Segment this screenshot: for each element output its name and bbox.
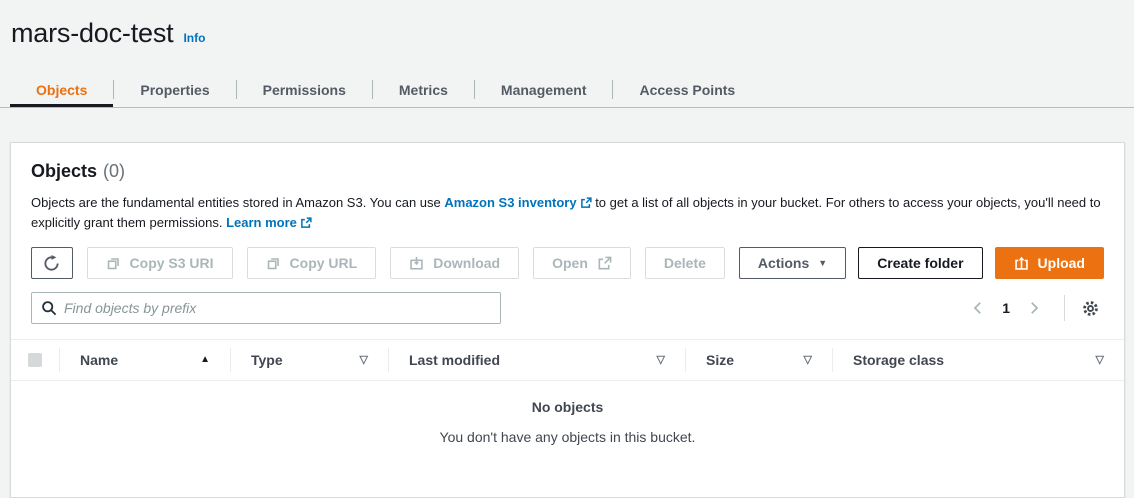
actions-dropdown-button[interactable]: Actions ▼ [739, 247, 846, 279]
select-all-cell [11, 353, 59, 367]
tab-metrics[interactable]: Metrics [373, 72, 474, 107]
panel-heading: Objects (0) [31, 161, 1104, 182]
object-count: (0) [103, 161, 125, 182]
external-link-icon [597, 256, 612, 271]
empty-state-title: No objects [11, 399, 1124, 415]
objects-table: Name ▲ Type ▽ Last modified ▽ Size ▽ Sto… [11, 339, 1124, 445]
search-box [31, 292, 501, 324]
panel-description: Objects are the fundamental entities sto… [31, 193, 1104, 233]
preferences-gear-button[interactable] [1077, 295, 1104, 322]
description-text: Objects are the fundamental entities sto… [31, 195, 444, 210]
tab-properties[interactable]: Properties [114, 72, 235, 107]
external-link-icon [300, 217, 312, 229]
tab-management[interactable]: Management [475, 72, 613, 107]
empty-state-message: You don't have any objects in this bucke… [11, 429, 1124, 445]
sort-caret-icon: ▽ [360, 355, 368, 366]
toolbar-right-group: Actions ▼ Create folder Upload [739, 247, 1104, 279]
previous-page-button[interactable] [962, 296, 994, 320]
copy-url-button[interactable]: Copy URL [247, 247, 377, 279]
download-button[interactable]: Download [390, 247, 519, 279]
tab-bar: Objects Properties Permissions Metrics M… [0, 72, 1134, 108]
sort-caret-icon: ▽ [657, 355, 665, 366]
delete-button[interactable]: Delete [645, 247, 725, 279]
learn-more-link[interactable]: Learn more [226, 215, 312, 230]
external-link-icon [580, 197, 592, 209]
copy-icon [106, 256, 121, 271]
copy-icon [266, 256, 281, 271]
info-link[interactable]: Info [183, 31, 205, 45]
panel-title: Objects [31, 161, 97, 182]
upload-button[interactable]: Upload [995, 247, 1104, 279]
open-button[interactable]: Open [533, 247, 631, 279]
select-all-checkbox[interactable] [28, 353, 42, 367]
search-input[interactable] [64, 300, 491, 316]
column-header-type[interactable]: Type ▽ [231, 352, 388, 368]
sort-ascending-icon: ▲ [200, 355, 210, 365]
page-title: mars-doc-test [11, 16, 173, 50]
gear-icon [1081, 299, 1100, 318]
bucket-header: mars-doc-test Info [0, 0, 1134, 50]
download-icon [409, 256, 424, 271]
objects-panel: Objects (0) Objects are the fundamental … [10, 142, 1125, 498]
refresh-icon [43, 255, 60, 272]
search-row: 1 [31, 292, 1104, 324]
column-header-size[interactable]: Size ▽ [686, 352, 832, 368]
column-header-last-modified[interactable]: Last modified ▽ [389, 352, 685, 368]
column-header-storage-class[interactable]: Storage class ▽ [833, 352, 1124, 368]
sort-caret-icon: ▽ [1096, 355, 1104, 366]
search-icon [41, 300, 57, 316]
page-number[interactable]: 1 [994, 300, 1018, 316]
create-folder-button[interactable]: Create folder [858, 247, 982, 279]
sort-caret-icon: ▽ [804, 355, 812, 366]
refresh-button[interactable] [31, 247, 73, 279]
s3-inventory-link[interactable]: Amazon S3 inventory [444, 195, 591, 210]
tab-access-points[interactable]: Access Points [613, 72, 761, 107]
pagination-divider [1064, 295, 1065, 321]
objects-toolbar: Copy S3 URI Copy URL Download Open [31, 247, 1104, 279]
caret-down-icon: ▼ [818, 259, 827, 268]
upload-icon [1014, 256, 1029, 271]
column-header-name[interactable]: Name ▲ [60, 352, 230, 368]
chevron-right-icon [1026, 300, 1042, 316]
tab-objects[interactable]: Objects [10, 72, 113, 107]
tab-permissions[interactable]: Permissions [237, 72, 372, 107]
pagination: 1 [962, 295, 1104, 322]
chevron-left-icon [970, 300, 986, 316]
copy-s3-uri-button[interactable]: Copy S3 URI [87, 247, 233, 279]
empty-state: No objects You don't have any objects in… [11, 381, 1124, 445]
next-page-button[interactable] [1018, 296, 1050, 320]
table-header-row: Name ▲ Type ▽ Last modified ▽ Size ▽ Sto… [11, 340, 1124, 381]
